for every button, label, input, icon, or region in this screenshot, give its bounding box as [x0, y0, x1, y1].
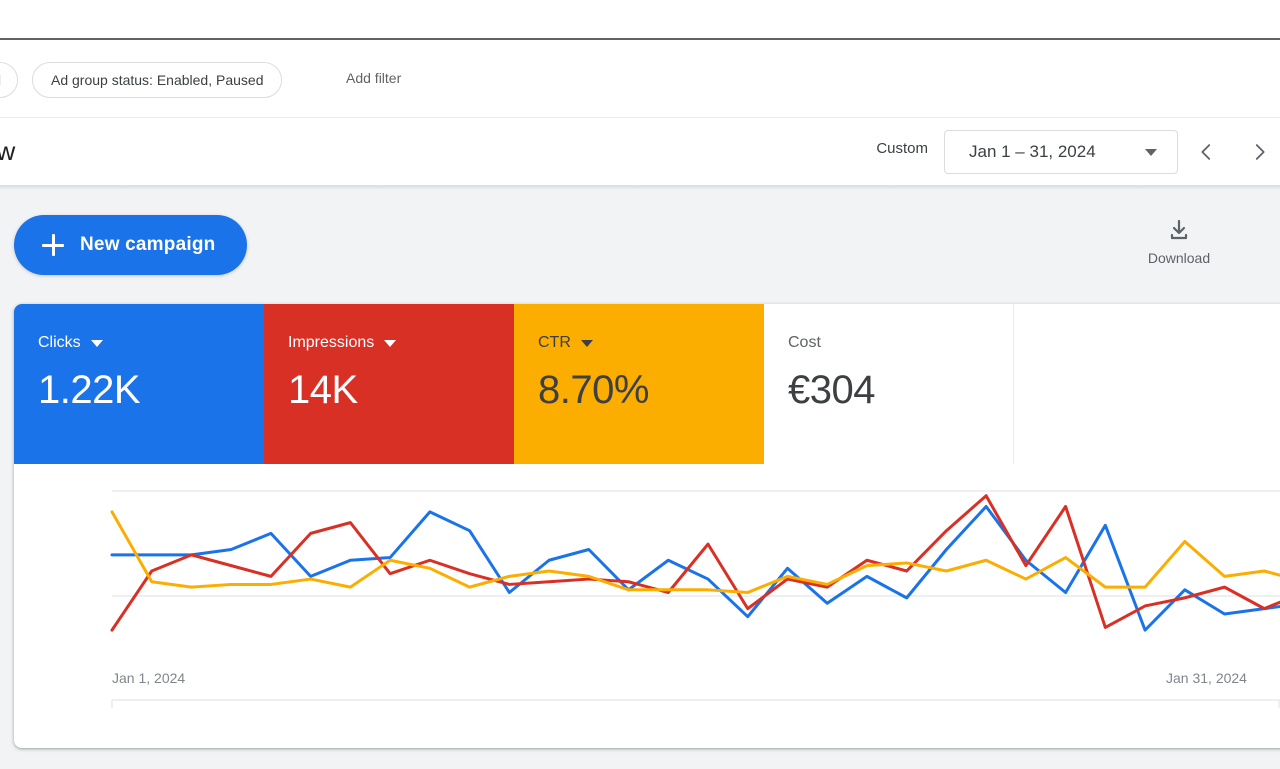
- date-range-value: Jan 1 – 31, 2024: [969, 142, 1096, 162]
- download-icon: [1167, 218, 1191, 242]
- metric-card-ctr[interactable]: CTR 8.70%: [514, 304, 764, 464]
- page-title: ew: [0, 136, 15, 167]
- fullscreen-button[interactable]: F: [1258, 218, 1280, 266]
- filter-chip-ad-group-status[interactable]: Ad group status: Enabled, Paused: [32, 62, 282, 98]
- chevron-down-icon[interactable]: [384, 340, 396, 347]
- filter-chip-clipped-label: d: [0, 72, 1, 88]
- metric-header: Cost: [788, 332, 1013, 354]
- add-filter-button[interactable]: Add filter: [346, 70, 401, 86]
- chart-line-clicks: [112, 507, 1280, 631]
- metric-card-empty: [1014, 304, 1280, 464]
- top-strip: [0, 0, 1280, 38]
- metric-value-cost: €304: [788, 368, 1013, 413]
- previous-date-range-button[interactable]: [1188, 134, 1224, 170]
- metric-name-impressions: Impressions: [288, 334, 374, 352]
- chevron-right-icon: [1249, 141, 1271, 163]
- chart-gridlines: [112, 491, 1280, 596]
- metric-name-clicks: Clicks: [38, 334, 81, 352]
- overview-card: Clicks 1.22K Impressions 14K CTR 8.70%: [14, 304, 1280, 748]
- chart-line-impressions: [112, 496, 1280, 630]
- date-range-picker[interactable]: Jan 1 – 31, 2024: [944, 130, 1178, 174]
- chevron-down-icon[interactable]: [581, 340, 593, 347]
- download-label: Download: [1148, 250, 1210, 266]
- chart-axis: [112, 700, 1280, 708]
- plus-icon: [42, 234, 64, 256]
- metric-value-ctr: 8.70%: [538, 368, 764, 413]
- new-campaign-label: New campaign: [80, 234, 215, 256]
- metric-header: CTR: [538, 332, 764, 354]
- chevron-down-icon[interactable]: [91, 340, 103, 347]
- filter-chip-label: Ad group status: Enabled, Paused: [51, 72, 263, 88]
- metric-name-ctr: CTR: [538, 334, 571, 352]
- metric-header: Impressions: [288, 332, 514, 354]
- metric-name-cost: Cost: [788, 334, 821, 352]
- x-axis-start-label: Jan 1, 2024: [112, 670, 185, 686]
- metric-card-clicks[interactable]: Clicks 1.22K: [14, 304, 264, 464]
- next-date-range-button[interactable]: [1242, 134, 1278, 170]
- chevron-left-icon: [1195, 141, 1217, 163]
- metrics-strip: Clicks 1.22K Impressions 14K CTR 8.70%: [14, 304, 1280, 464]
- download-button[interactable]: Download: [1138, 218, 1220, 266]
- chart-series-group: [112, 496, 1280, 630]
- metric-header: Clicks: [38, 332, 264, 354]
- metric-value-impressions: 14K: [288, 368, 514, 413]
- metric-card-impressions[interactable]: Impressions 14K: [264, 304, 514, 464]
- metric-value-clicks: 1.22K: [38, 368, 264, 413]
- google-ads-overview-page: d Ad group status: Enabled, Paused Add f…: [0, 0, 1280, 769]
- new-campaign-button[interactable]: New campaign: [14, 215, 247, 275]
- metric-card-cost[interactable]: Cost €304: [764, 304, 1014, 464]
- performance-chart[interactable]: Jan 1, 2024 Jan 31, 2024: [14, 464, 1280, 748]
- date-mode-label: Custom: [876, 140, 928, 157]
- chart-canvas: [14, 464, 1280, 748]
- x-axis-end-label: Jan 31, 2024: [1166, 670, 1247, 686]
- chevron-down-icon: [1145, 149, 1157, 156]
